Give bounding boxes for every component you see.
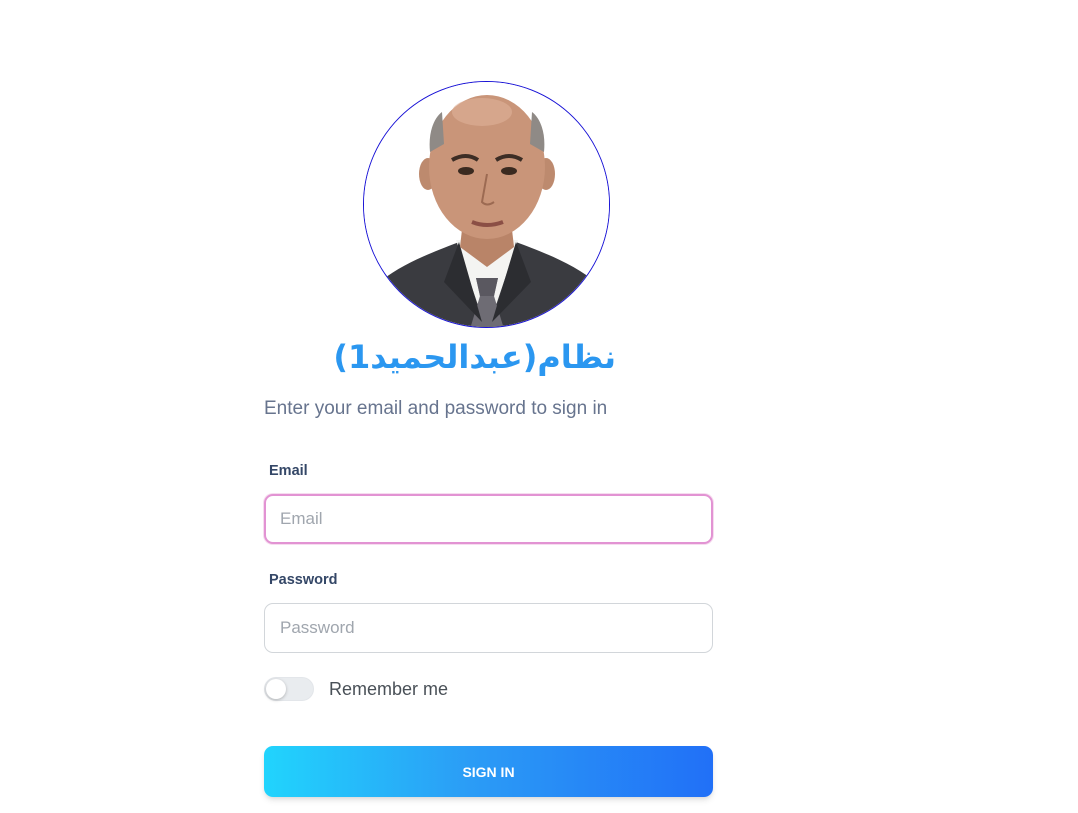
password-field[interactable]: [264, 603, 713, 653]
system-title: نظام(عبدالحميد1): [333, 338, 616, 376]
password-label: Password: [269, 572, 338, 588]
email-label: Email: [269, 463, 308, 479]
sign-in-subtitle: Enter your email and password to sign in: [264, 398, 608, 419]
avatar: [363, 81, 610, 328]
email-field[interactable]: [264, 494, 713, 544]
sign-in-page: نظام(عبدالحميد1) Enter your email and pa…: [0, 0, 1078, 813]
sign-in-button[interactable]: SIGN IN: [264, 746, 713, 797]
profile-photo: [364, 82, 609, 327]
remember-me-toggle[interactable]: [264, 677, 314, 701]
toggle-knob: [266, 679, 286, 699]
remember-me-label[interactable]: Remember me: [329, 678, 448, 700]
